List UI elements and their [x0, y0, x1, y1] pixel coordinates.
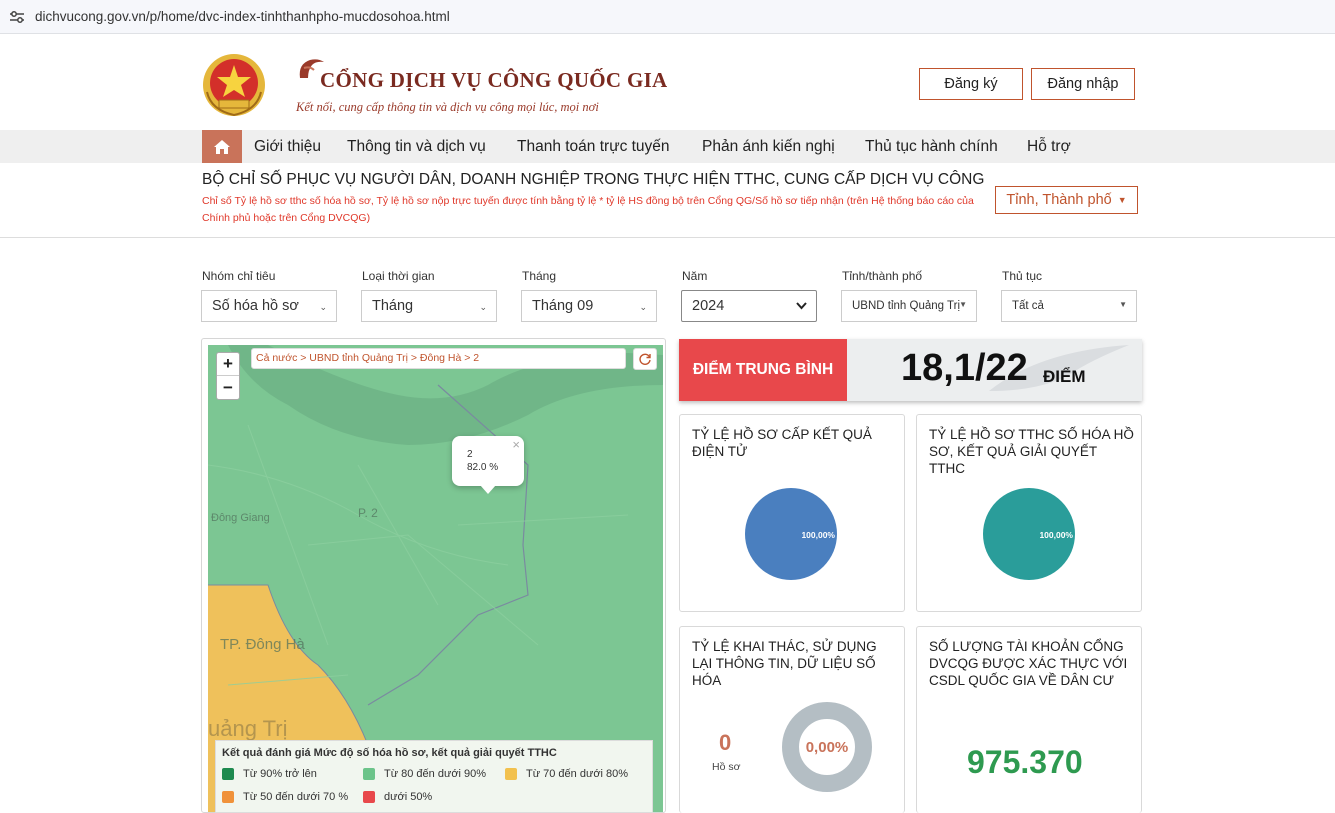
month-select-value: Tháng 09: [532, 298, 594, 314]
average-score-panel: ĐIỂM TRUNG BÌNH 18,1/22 ĐIỂM: [679, 339, 1142, 401]
legend-label: Từ 70 đến dưới 80%: [526, 768, 629, 780]
donut-chart[interactable]: 0,00%: [782, 702, 872, 792]
index-title: BỘ CHỈ SỐ PHỤC VỤ NGƯỜI DÂN, DOANH NGHIỆ…: [202, 171, 985, 188]
year-select[interactable]: 2024: [681, 290, 817, 322]
caret-down-icon: ▼: [1119, 300, 1127, 309]
chevron-down-icon: ⌄: [639, 302, 647, 312]
portal-slogan: Kết nối, cung cấp thông tin và dịch vụ c…: [296, 100, 599, 114]
map-label-ward: P. 2: [358, 506, 378, 520]
legend-label: Từ 90% trở lên: [243, 768, 317, 780]
url-text[interactable]: dichvucong.gov.vn/p/home/dvc-index-tinht…: [35, 9, 450, 24]
procedure-select[interactable]: Tất cả ▼: [1001, 290, 1137, 322]
pie-chart-slice[interactable]: 100,00%: [745, 488, 837, 580]
caret-down-icon: ▼: [1117, 195, 1127, 205]
filter-label-procedure: Thủ tục: [1002, 269, 1043, 283]
group-select[interactable]: Số hóa hồ sơ ⌄: [201, 290, 337, 322]
map-zoom-control: + −: [216, 352, 240, 400]
card-title: TỶ LỆ HỒ SƠ TTHC SỐ HÓA HỒ SƠ, KẾT QUẢ G…: [929, 427, 1134, 476]
legend-item: dưới 50%: [363, 791, 432, 803]
pie-label: 100,00%: [801, 530, 835, 540]
legend-title: Kết quả đánh giá Mức độ số hóa hồ sơ, kế…: [222, 747, 557, 759]
register-button[interactable]: Đăng ký: [919, 68, 1023, 100]
browser-address-bar[interactable]: dichvucong.gov.vn/p/home/dvc-index-tinht…: [0, 0, 1335, 34]
filter-label-time-type: Loại thời gian: [362, 269, 435, 283]
map-label-dong-giang: Đông Giang: [211, 512, 270, 524]
map-legend: Kết quả đánh giá Mức độ số hóa hồ sơ, kế…: [215, 740, 653, 813]
time-type-select[interactable]: Tháng ⌄: [361, 290, 497, 322]
card-electronic-results: TỶ LỆ HỒ SƠ CẤP KẾT QUẢ ĐIỆN TỬ 100,00%: [679, 414, 905, 612]
average-score-label: ĐIỂM TRUNG BÌNH: [679, 339, 847, 401]
home-icon[interactable]: [202, 130, 242, 163]
chevron-down-icon: ⌄: [479, 302, 487, 312]
zoom-out-button[interactable]: −: [217, 376, 239, 399]
card-title: TỶ LỆ KHAI THÁC, SỬ DỤNG LẠI THÔNG TIN, …: [692, 639, 877, 688]
filter-label-year: Năm: [682, 269, 708, 283]
year-select-value: 2024: [692, 298, 725, 314]
portal-title: CỔNG DỊCH VỤ CÔNG QUỐC GIA: [320, 68, 668, 92]
chevron-down-icon: ⌄: [319, 302, 327, 312]
scope-dropdown-label: Tỉnh, Thành phố: [1006, 192, 1112, 208]
filter-label-province: Tỉnh/thành phố: [842, 269, 923, 283]
refresh-icon[interactable]: [633, 348, 657, 370]
reuse-count-label: Hồ sơ: [712, 761, 741, 773]
legend-label: Từ 80 đến dưới 90%: [384, 768, 487, 780]
map-breadcrumb[interactable]: Cả nước > UBND tỉnh Quảng Trị > Đông Hà …: [251, 348, 626, 369]
pie-label: 100,00%: [1039, 530, 1073, 540]
main-nav: Giới thiệu Thông tin và dịch vụ Thanh to…: [0, 130, 1335, 163]
card-verified-accounts: SỐ LƯỢNG TÀI KHOẢN CỔNG DVCQG ĐƯỢC XÁC T…: [916, 626, 1142, 813]
legend-label: Từ 50 đến dưới 70 %: [243, 791, 349, 803]
filter-label-group: Nhóm chỉ tiêu: [202, 269, 276, 283]
province-select[interactable]: UBND tỉnh Quảng Trị ▼: [841, 290, 977, 322]
pie-chart-slice[interactable]: 100,00%: [983, 488, 1075, 580]
average-score-unit: ĐIỂM: [1043, 367, 1086, 386]
map-label-quang-tri: uảng Trị: [208, 716, 288, 741]
chevron-down-icon: [796, 302, 807, 310]
legend-swatch: [505, 768, 517, 780]
nav-item-about[interactable]: Giới thiệu: [254, 138, 321, 156]
close-icon[interactable]: ×: [512, 438, 520, 451]
legend-item: Từ 90% trở lên: [222, 768, 317, 780]
index-note: Chỉ số Tỷ lệ hồ sơ tthc số hóa hồ sơ, Tỷ…: [202, 195, 974, 224]
map-label-dong-ha-city: TP. Đông Hà: [220, 636, 305, 653]
filter-label-month: Tháng: [522, 269, 557, 283]
legend-item: Từ 50 đến dưới 70 %: [222, 791, 348, 803]
card-data-reuse: TỶ LỆ KHAI THÁC, SỬ DỤNG LẠI THÔNG TIN, …: [679, 626, 905, 813]
nav-item-info-services[interactable]: Thông tin và dịch vụ: [347, 138, 486, 156]
scope-dropdown-button[interactable]: Tỉnh, Thành phố ▼: [995, 186, 1138, 214]
card-title: SỐ LƯỢNG TÀI KHOẢN CỔNG DVCQG ĐƯỢC XÁC T…: [929, 639, 1128, 688]
nav-item-support[interactable]: Hỗ trợ: [1027, 138, 1071, 156]
national-emblem-icon[interactable]: [201, 52, 267, 118]
legend-item: Từ 70 đến dưới 80%: [505, 768, 628, 780]
popup-pointer: [480, 485, 496, 494]
procedure-select-value: Tất cả: [1012, 300, 1044, 312]
verified-accounts-value: 975.370: [967, 744, 1083, 780]
site-info-icon[interactable]: [9, 9, 25, 25]
legend-swatch: [222, 791, 234, 803]
province-select-value: UBND tỉnh Quảng Trị: [852, 300, 961, 312]
group-select-value: Số hóa hồ sơ: [212, 298, 299, 314]
time-type-select-value: Tháng: [372, 298, 414, 314]
map-popup: × 2 82.0 %: [452, 436, 524, 486]
month-select[interactable]: Tháng 09 ⌄: [521, 290, 657, 322]
card-digitized-records: TỶ LỆ HỒ SƠ TTHC SỐ HÓA HỒ SƠ, KẾT QUẢ G…: [916, 414, 1142, 612]
legend-swatch: [363, 791, 375, 803]
legend-label: dưới 50%: [384, 791, 433, 803]
section-divider: [0, 237, 1335, 238]
reuse-count: 0: [719, 730, 732, 755]
caret-down-icon: ▼: [959, 300, 967, 309]
nav-item-procedures[interactable]: Thủ tục hành chính: [865, 138, 998, 156]
nav-item-feedback[interactable]: Phản ánh kiến nghị: [702, 138, 835, 156]
popup-area-value: 82.0 %: [467, 462, 499, 473]
nav-item-online-payment[interactable]: Thanh toán trực tuyến: [517, 138, 670, 156]
card-title: TỶ LỆ HỒ SƠ CẤP KẾT QUẢ ĐIỆN TỬ: [692, 427, 872, 459]
donut-label: 0,00%: [805, 738, 849, 756]
zoom-in-button[interactable]: +: [217, 353, 239, 376]
legend-item: Từ 80 đến dưới 90%: [363, 768, 486, 780]
login-button[interactable]: Đăng nhập: [1031, 68, 1135, 100]
legend-swatch: [222, 768, 234, 780]
legend-swatch: [363, 768, 375, 780]
average-score-value: 18,1/22: [901, 347, 1028, 389]
